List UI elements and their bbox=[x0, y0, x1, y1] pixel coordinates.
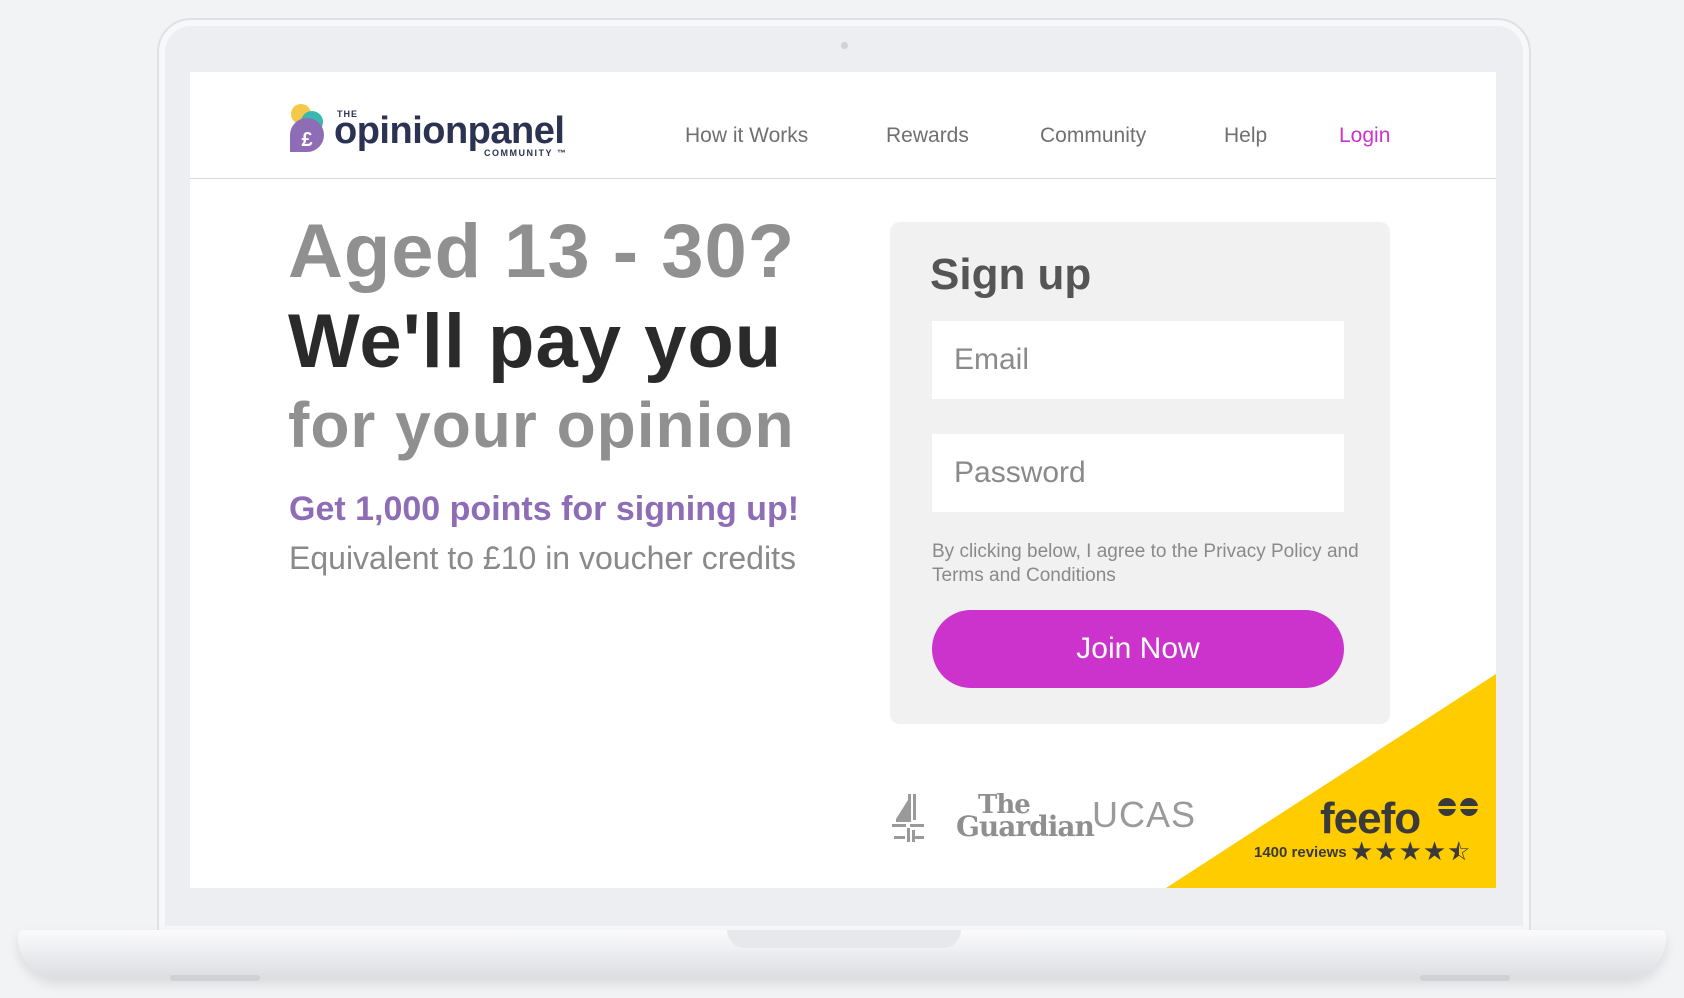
signup-title: Sign up bbox=[930, 250, 1092, 299]
join-now-button[interactable]: Join Now bbox=[932, 610, 1344, 688]
hero-age-heading: Aged 13 - 30? bbox=[288, 209, 796, 294]
feefo-review-count: 1400 reviews bbox=[1254, 844, 1347, 861]
hero-pay-heading: We'll pay you bbox=[288, 299, 783, 384]
camera-dot bbox=[841, 42, 848, 49]
guardian-name-text: Guardian bbox=[956, 810, 1095, 843]
browser-screen: £ THE opinionpanel COMMUNITY ™ How it Wo… bbox=[190, 72, 1496, 888]
terms-notice: By clicking below, I agree to the Privac… bbox=[932, 541, 1359, 586]
opinionpanel-logo[interactable]: £ THE opinionpanel COMMUNITY ™ bbox=[288, 102, 578, 158]
nav-help[interactable]: Help bbox=[1224, 124, 1267, 148]
ucas-logo: UCAS bbox=[1092, 794, 1197, 835]
nav-community[interactable]: Community bbox=[1040, 124, 1146, 148]
full-stars: ★★★★ bbox=[1350, 836, 1448, 866]
password-field[interactable] bbox=[932, 434, 1344, 512]
half-star-icon: ☆★ bbox=[1447, 836, 1472, 866]
points-offer-text: Get 1,000 points for signing up! bbox=[289, 490, 800, 528]
feefo-eyes-icon bbox=[1438, 798, 1478, 816]
hero-opinion-heading: for your opinion bbox=[288, 389, 795, 461]
nav-how-it-works[interactable]: How it Works bbox=[685, 124, 808, 148]
nav-rewards[interactable]: Rewards bbox=[886, 124, 969, 148]
voucher-equivalent-text: Equivalent to £10 in voucher credits bbox=[289, 540, 796, 576]
laptop-foot-right bbox=[1420, 975, 1510, 981]
star-rating-icon: ★★★★☆★ bbox=[1350, 836, 1472, 867]
pound-speech-bubble-icon: £ bbox=[290, 104, 324, 152]
channel-4-logo-icon bbox=[892, 794, 924, 842]
laptop-foot-left bbox=[170, 975, 260, 981]
the-guardian-logo: The Guardian bbox=[956, 792, 1095, 843]
signup-card: Sign up By clicking below, I agree to th… bbox=[890, 222, 1390, 724]
logo-name-text: opinionpanel bbox=[334, 110, 565, 152]
logo-community-text: COMMUNITY ™ bbox=[484, 148, 568, 158]
email-field[interactable] bbox=[932, 321, 1344, 399]
svg-text:£: £ bbox=[301, 129, 312, 151]
laptop-opening-notch bbox=[727, 930, 961, 948]
top-navigation: £ THE opinionpanel COMMUNITY ™ How it Wo… bbox=[190, 72, 1496, 179]
nav-login[interactable]: Login bbox=[1339, 124, 1390, 148]
